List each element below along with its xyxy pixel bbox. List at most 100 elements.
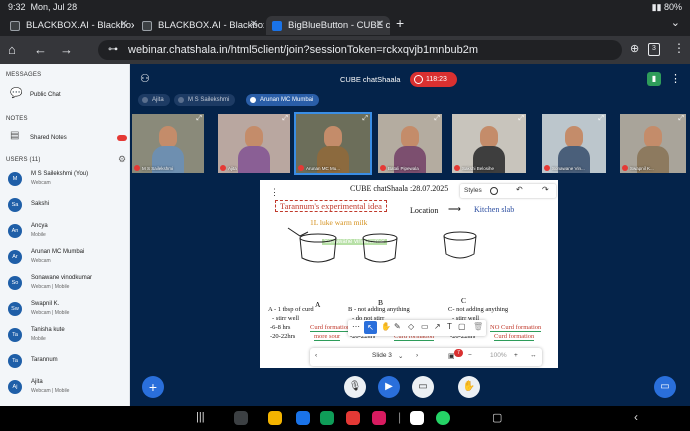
delete-tool-icon[interactable]: 🗑 — [473, 322, 483, 331]
participant-video[interactable]: ⤢ Sonawane Vin... — [542, 114, 606, 173]
connection-status-icon[interactable]: ▮ — [647, 72, 661, 86]
toggle-presentation-button[interactable]: ▭ — [654, 376, 676, 398]
more-menu-icon[interactable]: ⋮ — [673, 41, 685, 55]
eraser-tool-icon[interactable]: ◇ — [408, 322, 414, 331]
participant-video[interactable]: ⤢ M S Sailekshmi — [132, 114, 204, 173]
browser-tab-1[interactable]: BLACKBOX.AI - Blackbox ✕ — [4, 16, 134, 35]
whatsapp-app-icon[interactable] — [436, 411, 450, 425]
users-settings-gear-icon[interactable]: ⚙ — [118, 154, 126, 165]
tab-switcher-button[interactable]: 3 — [648, 43, 660, 56]
site-settings-icon[interactable]: ⊶ — [108, 40, 118, 60]
participant-video[interactable]: ⤢ Ajita — [218, 114, 290, 173]
notes-header: NOTES — [6, 116, 28, 122]
screen-share-button[interactable]: ▭ — [412, 376, 434, 398]
fullscreen-icon[interactable]: ⤢ — [598, 115, 604, 123]
arrow-tool-icon[interactable]: ↗ — [434, 322, 441, 331]
fit-width-icon[interactable]: ↔ — [530, 352, 537, 359]
address-bar[interactable]: ⊶ webinar.chatshala.in/html5client/join?… — [98, 40, 622, 60]
camera-app-icon[interactable] — [346, 411, 360, 425]
participant-video[interactable]: ⤢ Arunan MC Mu... — [294, 112, 372, 175]
recording-timer: 118:23 — [426, 76, 447, 83]
chrome-app-icon[interactable] — [410, 411, 424, 425]
slide-selector[interactable]: Slide 3 — [372, 352, 392, 359]
back-button-icon[interactable]: ‹ — [634, 410, 638, 424]
meet-app-icon[interactable] — [296, 411, 310, 425]
zoom-in-icon[interactable]: + — [514, 352, 518, 359]
browser-tab-2[interactable]: BLACKBOX.AI - Blackbox ✕ — [136, 16, 264, 35]
blackbox-favicon-icon — [142, 20, 152, 31]
presentation-slide[interactable]: ⋮ CUBE chatShaala :28.07.2025 Styles ↶ ↷… — [260, 180, 558, 368]
sticky-note-tool-icon[interactable]: ▢ — [458, 322, 466, 331]
user-list-item[interactable]: An Ancya Mobile — [0, 220, 129, 242]
fullscreen-icon[interactable]: ⤢ — [518, 115, 524, 123]
text-tool-icon[interactable]: T — [447, 322, 452, 331]
user-list-item[interactable]: So Sonawane vinodkumar Webcam | Mobile — [0, 272, 129, 294]
user-name: Tanisha kute — [31, 327, 65, 333]
user-name: Ancya — [31, 223, 48, 229]
participant-video[interactable]: ⤢ Batali Pipewala — [378, 114, 442, 173]
whiteboard-tools: ⋯ ↖ ✋ ✎ ◇ ▭ ↗ T ▢ 🗑 — [348, 320, 486, 336]
home-icon[interactable]: ⌂ — [8, 42, 16, 57]
user-list-toggle-icon[interactable]: ⚇ — [140, 72, 150, 85]
home-button-icon[interactable]: ▢ — [492, 411, 502, 424]
multi-user-badge: 7 — [454, 349, 463, 357]
zoom-level[interactable]: 100% — [490, 352, 507, 359]
gallery-app-icon[interactable] — [372, 411, 386, 425]
recording-indicator[interactable]: 118:23 — [410, 72, 457, 87]
forward-icon[interactable]: → — [60, 42, 73, 57]
shared-notes-item[interactable]: ▤ Shared Notes — [0, 130, 129, 146]
user-name: Arunan MC Mumbai — [31, 249, 85, 255]
talker-pill-ajita: Ajita — [138, 94, 170, 106]
camera-button[interactable]: ▶ — [378, 376, 400, 398]
system-navigation-bar: ||| | ▢ ‹ — [0, 406, 690, 431]
close-tab-icon[interactable]: ✕ — [250, 19, 258, 30]
close-tab-icon[interactable]: ✕ — [120, 19, 128, 30]
user-list-item[interactable]: Ar Arunan MC Mumbai Webcam — [0, 246, 129, 268]
actions-plus-button[interactable]: + — [142, 376, 164, 398]
avatar: Sa — [8, 198, 22, 212]
participant-name: Sakshi Belosihe — [462, 166, 495, 171]
record-icon — [414, 75, 423, 84]
public-chat-item[interactable]: 💬 Public Chat — [0, 88, 129, 104]
maps-app-icon[interactable] — [320, 411, 334, 425]
raise-hand-button[interactable]: ✋ — [458, 376, 480, 398]
fullscreen-icon[interactable]: ⤢ — [362, 115, 368, 123]
close-tab-icon[interactable]: ✕ — [376, 19, 384, 30]
select-tool-icon[interactable]: ↖ — [364, 321, 377, 334]
new-tab-icon[interactable]: + — [396, 15, 404, 31]
avatar: Ta — [8, 328, 22, 342]
fullscreen-icon[interactable]: ⤢ — [282, 115, 288, 123]
user-list-item[interactable]: M M S Sailekshmi (You) Webcam — [0, 168, 129, 190]
slide-dropdown-icon[interactable]: ⌄ — [398, 352, 403, 360]
hand-tool-icon[interactable]: ✋ — [381, 322, 391, 331]
next-slide-icon[interactable]: › — [416, 352, 418, 359]
tools-more-icon[interactable]: ⋯ — [352, 322, 360, 331]
divider: | — [398, 410, 402, 424]
add-icon[interactable]: ⊕ — [630, 42, 639, 55]
user-list-item[interactable]: Aj Ajita Webcam | Mobile — [0, 376, 129, 398]
files-app-icon[interactable] — [268, 411, 282, 425]
user-list-item[interactable]: Sw Swapnil K. Webcam | Mobile — [0, 298, 129, 320]
previous-slide-icon[interactable]: ‹ — [315, 352, 317, 359]
user-list-item[interactable]: Sa Sakshi — [0, 194, 129, 216]
system-status-bar: 9:32 Mon, Jul 28 ▮▮ 80% — [0, 0, 690, 14]
participant-name: Arunan MC Mu... — [306, 166, 341, 171]
fullscreen-icon[interactable]: ⤢ — [196, 115, 202, 123]
participant-video[interactable]: ⤢ Swapnil K... — [620, 114, 686, 173]
fullscreen-icon[interactable]: ⤢ — [434, 115, 440, 123]
user-list-item[interactable]: Ta Tanisha kute Mobile — [0, 324, 129, 346]
participant-face — [565, 126, 583, 148]
fullscreen-icon[interactable]: ⤢ — [678, 115, 684, 123]
options-menu-icon[interactable]: ⋮ — [670, 72, 681, 85]
back-icon[interactable]: ← — [34, 42, 47, 57]
app-drawer-icon[interactable] — [234, 411, 248, 425]
zoom-out-icon[interactable]: − — [468, 352, 472, 359]
user-list-item[interactable]: Ta Tarannum — [0, 350, 129, 372]
browser-tab-3[interactable]: BigBlueButton - CUBE cl ✕ — [266, 16, 390, 35]
recent-apps-icon[interactable]: ||| — [196, 411, 205, 423]
participant-video[interactable]: ⤢ Sakshi Belosihe — [452, 114, 526, 173]
pencil-tool-icon[interactable]: ✎ — [394, 322, 401, 331]
unmute-microphone-button[interactable]: 🎙 — [344, 376, 366, 398]
tab-list-chevron-icon[interactable]: ⌄ — [671, 16, 680, 29]
rectangle-tool-icon[interactable]: ▭ — [421, 322, 429, 331]
